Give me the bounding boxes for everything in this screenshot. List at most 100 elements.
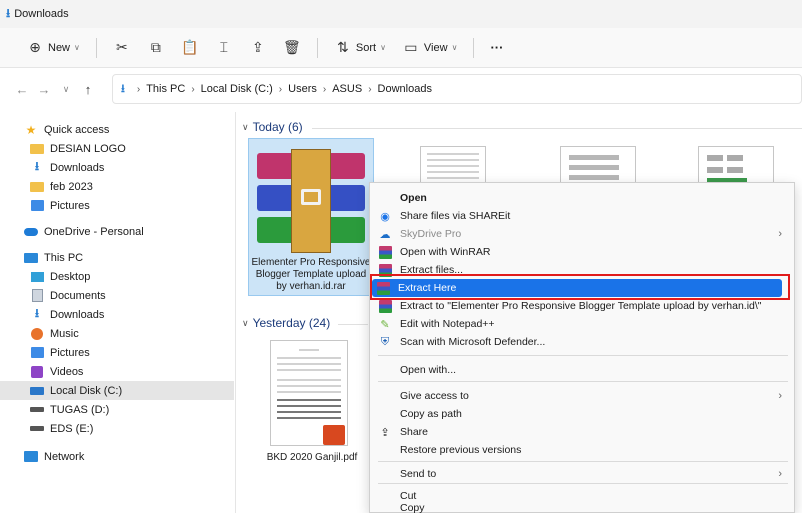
menu-item-skydrive[interactable]: ☁ SkyDrive Pro › [374,225,790,243]
menu-item-open-winrar[interactable]: Open with WinRAR [374,243,790,261]
menu-separator [378,483,788,484]
sidebar-item-onedrive[interactable]: OneDrive - Personal [0,222,234,241]
sidebar-item-quick-access[interactable]: ★ Quick access [0,120,234,139]
annotation-highlight-box [370,274,790,300]
download-icon: ⭳ [6,5,11,20]
chevron-down-icon: ∨ [74,43,80,52]
sidebar-item-videos[interactable]: Videos [0,362,234,381]
notepad-icon: ✎ [380,318,390,331]
sidebar-item-network[interactable]: Network [0,447,234,466]
group-divider [312,128,802,129]
back-arrow-icon[interactable]: ← [12,82,32,97]
rename-icon: ⌶ [219,39,229,55]
breadcrumb-users[interactable]: Users [288,83,317,95]
sidebar-item-pc-pictures[interactable]: Pictures [0,343,234,362]
title-bar: ⭳ Downloads [0,0,802,28]
chevron-down-icon: ∨ [451,43,458,52]
file-thumbnail-excel[interactable] [698,146,774,186]
share-icon: ⇪ [252,39,264,55]
breadcrumb-local-disk[interactable]: Local Disk (C:) [201,83,273,95]
breadcrumb-downloads[interactable]: Downloads [378,83,432,95]
drive-icon [30,403,44,417]
context-menu: Open ◉ Share files via SHAREit ☁ SkyDriv… [369,182,795,513]
winrar-icon [378,299,392,313]
forward-arrow-icon[interactable]: → [34,82,54,97]
address-bar[interactable]: ⭳ › This PC › Local Disk (C:) › Users › … [112,74,802,104]
plus-circle-icon: ⊕ [29,39,41,55]
view-button[interactable]: ▭ View ∨ [394,34,466,62]
scissors-icon: ✂ [116,39,128,55]
new-button[interactable]: ⊕ New ∨ [18,34,88,62]
video-icon [30,365,44,379]
menu-item-open[interactable]: Open [374,189,790,207]
shareit-icon: ◉ [380,210,390,223]
delete-button[interactable]: 🗑 [275,34,309,62]
sidebar-item-eds[interactable]: EDS (E:) [0,419,234,438]
pictures-icon [30,346,44,360]
document-icon [30,289,44,303]
menu-item-shareit[interactable]: ◉ Share files via SHAREit [374,207,790,225]
file-thumbnail-spreadsheet[interactable] [560,146,636,186]
menu-item-restore[interactable]: Restore previous versions [374,441,790,459]
pdf-badge-icon [323,425,345,445]
chevron-down-icon: ∨ [242,317,249,328]
chevron-right-icon: › [778,228,782,240]
rename-button[interactable]: ⌶ [207,34,241,62]
cut-button[interactable]: ✂ [105,34,139,62]
sidebar-item-desktop[interactable]: Desktop [0,267,234,286]
breadcrumb-this-pc[interactable]: This PC [146,83,185,95]
sidebar-item-pictures[interactable]: Pictures [0,196,234,215]
pictures-icon [30,199,44,213]
star-icon: ★ [25,122,37,137]
sidebar-item-music[interactable]: Music [0,324,234,343]
file-thumbnail-pdf[interactable] [270,340,348,446]
computer-icon [24,251,38,265]
menu-item-copy-path[interactable]: Copy as path [374,405,790,423]
cloud-icon: ☁ [379,228,391,241]
sort-icon: ⇅ [337,39,349,55]
group-divider [338,324,368,325]
sidebar-item-pc-downloads[interactable]: ⭳ Downloads [0,305,234,324]
trash-icon: 🗑 [282,39,301,55]
menu-item-give-access[interactable]: Give access to › [374,387,790,405]
shield-icon: ⛨ [380,335,390,348]
recent-chevron-icon[interactable]: ∨ [56,84,76,95]
file-name: Elementer Pro Responsive Blogger Templat… [251,257,371,292]
desktop-icon [30,270,44,284]
group-header-today[interactable]: ∨ Today (6) [242,120,303,134]
menu-item-open-with[interactable]: Open with... [374,361,790,379]
menu-item-share[interactable]: ⇪ Share [374,423,790,441]
sidebar-item-downloads[interactable]: ⭳ Downloads [0,158,234,177]
file-thumbnail-document[interactable] [420,146,486,186]
sidebar-item-documents[interactable]: Documents [0,286,234,305]
network-icon [24,450,38,464]
file-item-selected-rar[interactable]: Elementer Pro Responsive Blogger Templat… [248,138,374,296]
menu-item-notepad[interactable]: ✎ Edit with Notepad++ [374,315,790,333]
navigation-pane: ★ Quick access DESIAN LOGO ⭳ Downloads f… [0,112,236,513]
sort-button[interactable]: ⇅ Sort ∨ [326,34,394,62]
winrar-archive-icon [257,149,365,253]
menu-item-defender[interactable]: ⛨ Scan with Microsoft Defender... [374,333,790,351]
breadcrumb-asus[interactable]: ASUS [332,83,362,95]
menu-separator [378,355,788,356]
paste-icon: 📋 [181,39,199,55]
menu-item-copy[interactable]: Copy [374,501,790,513]
share-button[interactable]: ⇪ [241,34,275,62]
drive-icon [30,384,44,398]
paste-button[interactable]: 📋 [173,34,207,62]
sidebar-item-this-pc[interactable]: This PC [0,248,234,267]
chevron-right-icon: › [778,390,782,402]
menu-separator [378,381,788,382]
sidebar-item-local-disk[interactable]: Local Disk (C:) [0,381,234,400]
sidebar-item-desian-logo[interactable]: DESIAN LOGO [0,139,234,158]
sidebar-item-feb-2023[interactable]: feb 2023 [0,177,234,196]
menu-item-send-to[interactable]: Send to › [374,465,790,483]
copy-icon: ⧉ [150,39,161,55]
sidebar-item-tugas[interactable]: TUGAS (D:) [0,400,234,419]
group-header-yesterday[interactable]: ∨ Yesterday (24) [242,316,330,330]
toolbar-divider [95,37,97,58]
up-arrow-icon[interactable]: ↑ [78,82,98,97]
copy-button[interactable]: ⧉ [139,34,173,62]
more-button[interactable]: ··· [482,34,511,62]
breadcrumb-separator: › [368,83,372,95]
